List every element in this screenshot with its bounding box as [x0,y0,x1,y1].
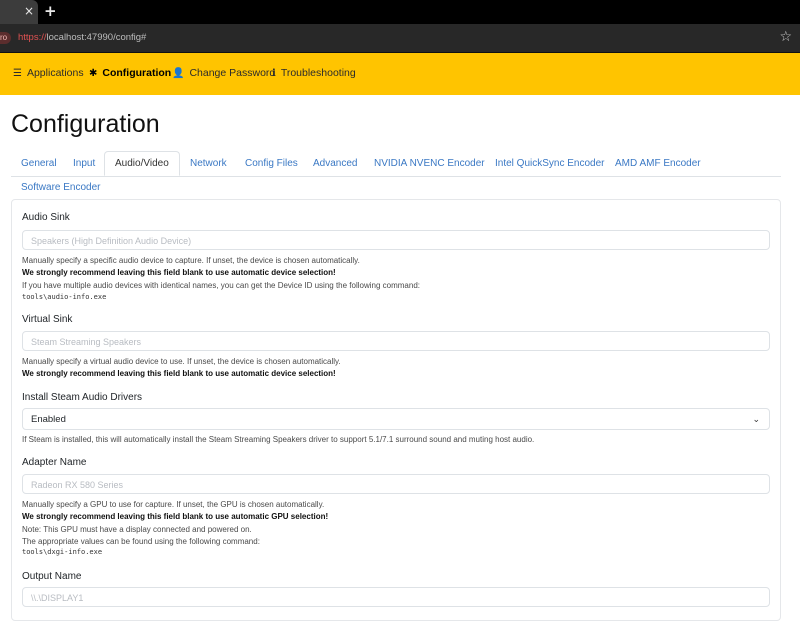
top-navbar: ı ☰ Applications ✱ Configuration 👤 Chang… [0,53,800,95]
list-icon: ☰ [13,67,22,79]
info-icon: ℹ [272,67,276,79]
tab-intel-quicksync[interactable]: Intel QuickSync Encoder [495,158,605,169]
output-name-label: Output Name [22,571,82,582]
nav-applications[interactable]: ☰ Applications [13,67,84,79]
nav-troubleshooting[interactable]: ℹ Troubleshooting [272,67,356,79]
nav-configuration[interactable]: ✱ Configuration [89,67,171,79]
adapter-name-help-command: The appropriate values can be found usin… [22,537,260,546]
adapter-name-input[interactable]: Radeon RX 580 Series [22,474,770,494]
adapter-name-help: Manually specify a GPU to use for captur… [22,500,325,509]
tab-advanced[interactable]: Advanced [313,158,357,169]
adapter-name-label: Adapter Name [22,457,87,468]
adapter-name-note: Note: This GPU must have a display conne… [22,525,252,534]
tab-config-files[interactable]: Config Files [245,158,298,169]
profile-chip[interactable]: ro [0,32,12,44]
virtual-sink-input[interactable]: Steam Streaming Speakers [22,331,770,351]
steam-audio-select[interactable]: Enabled ⌄ [22,408,770,430]
tab-network[interactable]: Network [190,158,227,169]
star-icon[interactable]: ☆ [779,29,792,45]
nav-label: Troubleshooting [280,67,356,79]
tab-audio-video[interactable]: Audio/Video [104,151,180,176]
url-host-path: localhost:47990/config# [46,32,147,43]
steam-audio-help: If Steam is installed, this will automat… [22,435,535,444]
tab-nvidia-nvenc[interactable]: NVIDIA NVENC Encoder [374,158,485,169]
output-name-input[interactable]: \\.\DISPLAY1 [22,587,770,607]
nav-label: Change Password [189,67,276,79]
close-icon[interactable]: × [24,4,34,18]
tab-amd-amf[interactable]: AMD AMF Encoder [615,158,701,169]
steam-audio-value: Enabled [31,414,66,425]
audio-sink-help: Manually specify a specific audio device… [22,256,360,265]
adapter-name-warning: We strongly recommend leaving this field… [22,512,329,521]
tab-input[interactable]: Input [73,158,95,169]
audio-video-settings-card: Audio Sink Speakers (High Definition Aud… [11,199,781,621]
nav-change-password[interactable]: 👤 Change Password [172,67,275,79]
nav-label: Applications [26,67,84,79]
config-tabs: General Input Audio/Video Network Config… [11,151,781,193]
chevron-down-icon: ⌄ [752,415,760,425]
url-scheme: https:// [18,32,47,43]
steam-audio-label: Install Steam Audio Drivers [22,392,143,403]
audio-sink-help-device-id: If you have multiple audio devices with … [22,281,420,290]
url-text[interactable]: https://localhost:47990/config# [18,32,146,43]
audio-sink-warning: We strongly recommend leaving this field… [22,268,336,277]
user-lock-icon: 👤 [172,67,185,79]
nav-label: Configuration [102,67,172,79]
audio-sink-label: Audio Sink [22,212,70,223]
virtual-sink-help: Manually specify a virtual audio device … [22,357,341,366]
audio-sink-command: tools\audio-info.exe [22,293,107,301]
tab-software-encoder[interactable]: Software Encoder [21,182,101,193]
page-title: Configuration [11,110,160,138]
new-tab-button[interactable]: + [44,2,57,20]
virtual-sink-warning: We strongly recommend leaving this field… [22,369,336,378]
gear-icon: ✱ [89,67,98,79]
audio-sink-input[interactable]: Speakers (High Definition Audio Device) [22,230,770,250]
virtual-sink-label: Virtual Sink [22,314,73,325]
tab-general[interactable]: General [21,158,57,169]
browser-tabstrip: × + [0,0,800,24]
browser-tab[interactable]: × [0,0,38,24]
address-bar[interactable]: ro https://localhost:47990/config# ☆ [0,24,800,53]
adapter-name-command: tools\dxgi-info.exe [22,548,103,556]
